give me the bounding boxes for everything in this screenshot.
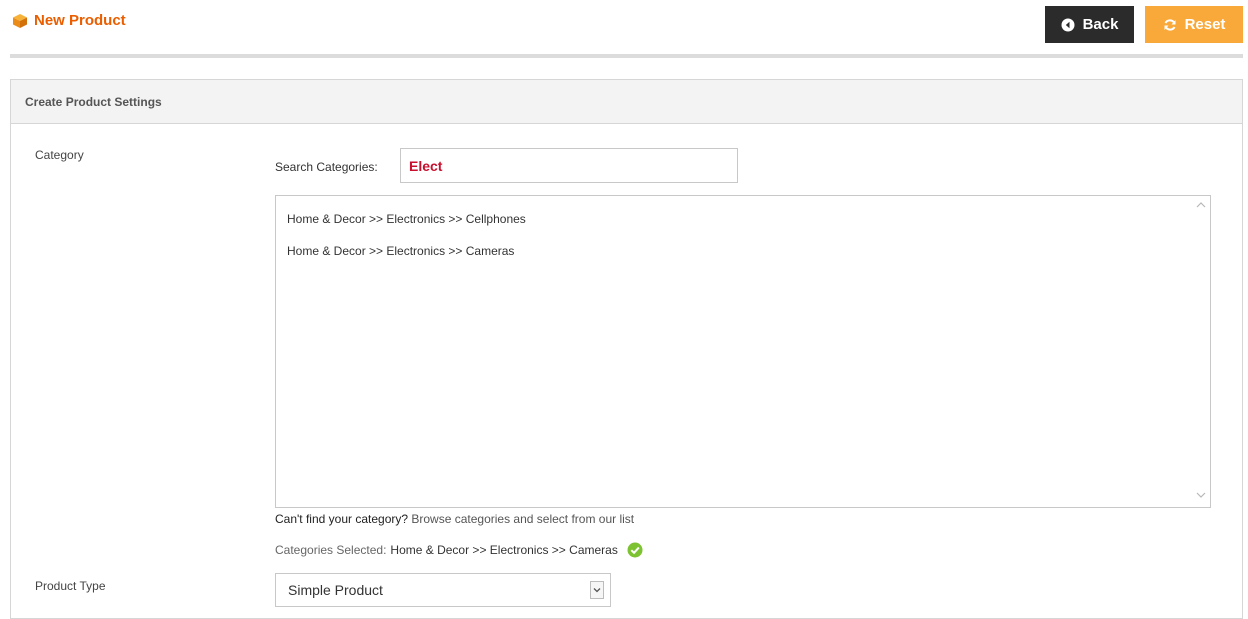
check-circle-icon [627, 542, 643, 558]
search-categories-label: Search Categories: [275, 160, 378, 174]
page-title: New Product [12, 12, 126, 29]
reset-button[interactable]: Reset [1145, 6, 1243, 43]
refresh-icon [1163, 18, 1177, 32]
box-icon [12, 13, 28, 29]
cant-find-category-hint: Can't find your category? Browse categor… [275, 512, 634, 526]
categories-selected-value: Home & Decor >> Electronics >> Cameras [390, 543, 618, 557]
browse-categories-link[interactable]: Browse categories and select from our li… [411, 512, 634, 526]
product-type-label: Product Type [35, 579, 106, 593]
panel-header: Create Product Settings [11, 80, 1242, 124]
panel-title: Create Product Settings [25, 94, 162, 109]
list-item[interactable]: Home & Decor >> Electronics >> Cameras [287, 244, 514, 258]
search-categories-input[interactable] [400, 148, 738, 183]
back-button[interactable]: Back [1045, 6, 1134, 43]
create-product-settings-panel: Create Product Settings Category Search … [10, 79, 1243, 619]
header-divider [10, 54, 1243, 58]
reset-button-label: Reset [1184, 16, 1226, 33]
category-label: Category [35, 148, 84, 162]
categories-selected-label: Categories Selected: [275, 543, 387, 557]
back-arrow-icon [1061, 18, 1075, 32]
categories-selected: Categories Selected: Home & Decor >> Ele… [275, 542, 643, 558]
scroll-down-arrow-icon[interactable] [1196, 491, 1206, 501]
scroll-up-arrow-icon[interactable] [1196, 201, 1206, 211]
chevron-down-icon[interactable] [590, 581, 604, 599]
product-type-select[interactable]: Simple Product [275, 573, 611, 607]
cant-find-text: Can't find your category? [275, 512, 409, 526]
category-results-list[interactable]: Home & Decor >> Electronics >> Cellphone… [275, 195, 1211, 508]
list-item[interactable]: Home & Decor >> Electronics >> Cellphone… [287, 212, 526, 226]
product-type-value: Simple Product [288, 582, 383, 598]
back-button-label: Back [1082, 16, 1119, 33]
page-title-text: New Product [34, 12, 126, 29]
